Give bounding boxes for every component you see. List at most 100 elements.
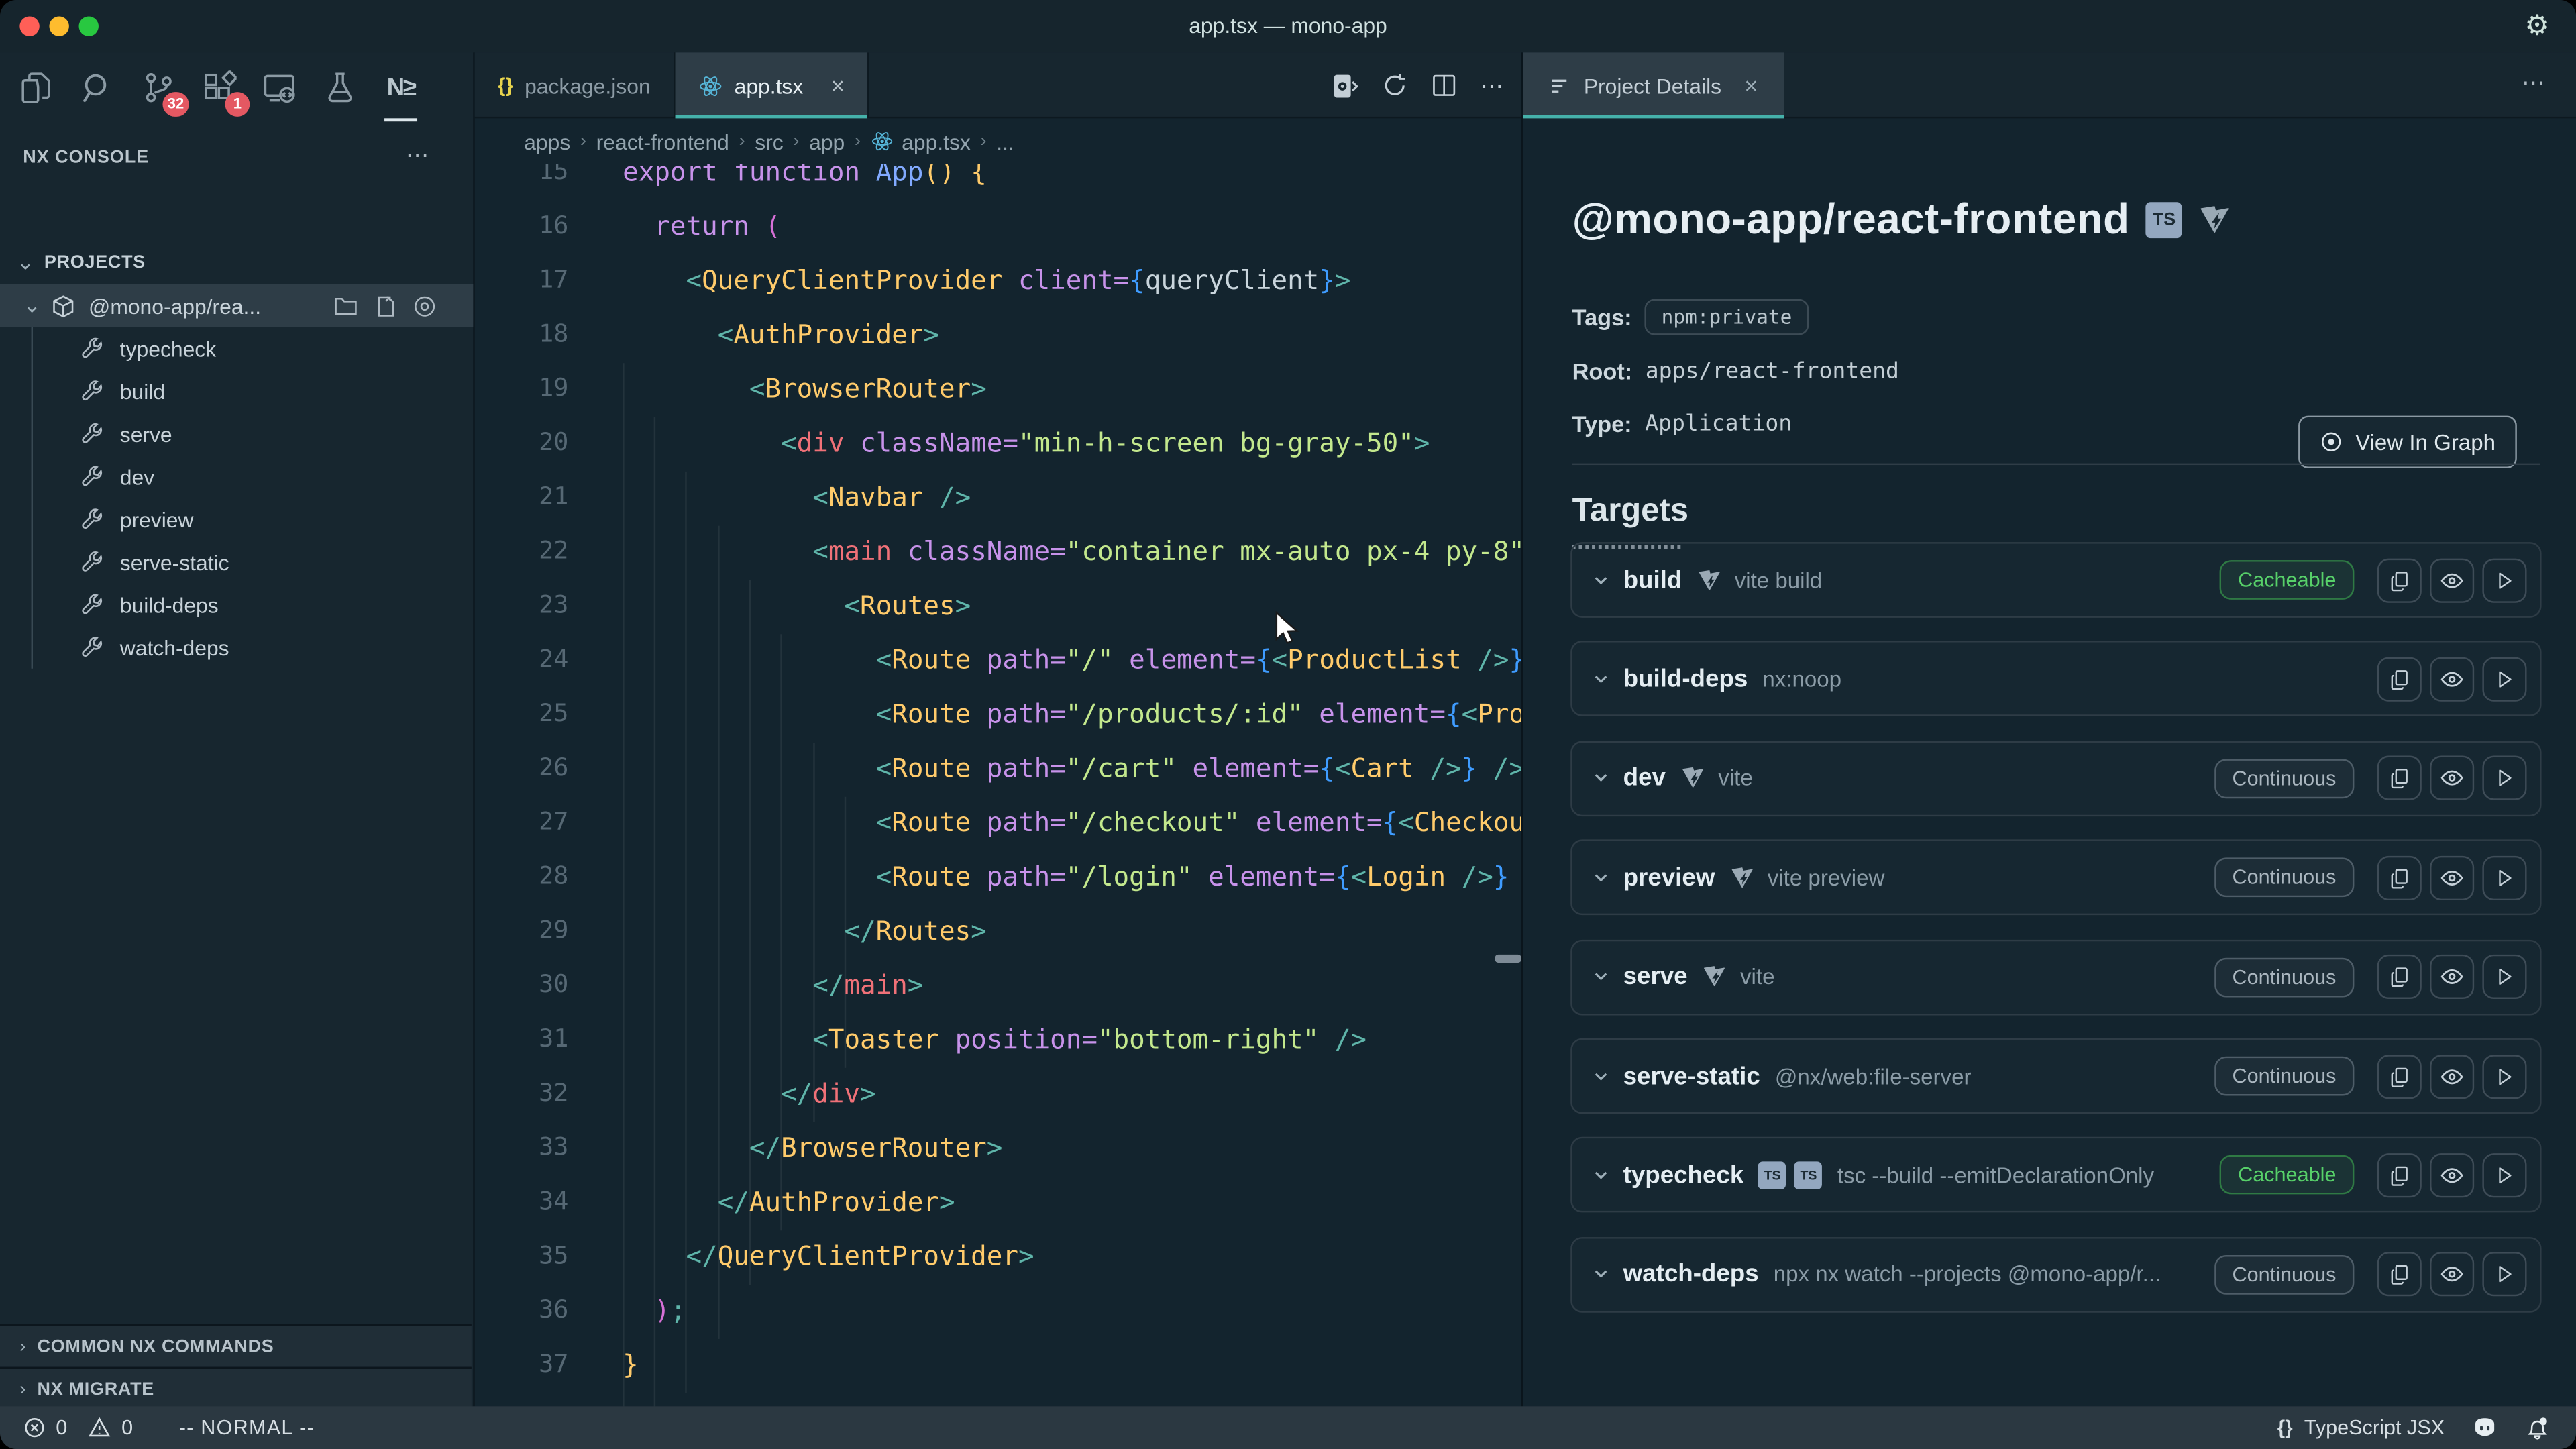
target-card-serve[interactable]: serveviteContinuous bbox=[1570, 939, 2541, 1015]
copy-icon[interactable] bbox=[2377, 1252, 2422, 1297]
target-card-serve-static[interactable]: serve-static@nx/web:file-serverContinuou… bbox=[1570, 1038, 2541, 1114]
extensions-icon[interactable]: 1 bbox=[199, 68, 238, 108]
chevron-down-icon[interactable] bbox=[1594, 969, 1609, 984]
projects-section-row[interactable]: ⌄PROJECTS bbox=[0, 241, 473, 284]
code-line-28[interactable]: 28 <Route path="/login" element={<Login … bbox=[475, 849, 1521, 904]
copy-icon[interactable] bbox=[2377, 557, 2422, 602]
scrollbar-thumb[interactable] bbox=[1495, 955, 1521, 963]
code-line-31[interactable]: 31 <Toaster position="bottom-right" /> bbox=[475, 1012, 1521, 1067]
sidebar-target-dev[interactable]: dev bbox=[0, 455, 473, 498]
copy-icon[interactable] bbox=[2377, 855, 2422, 900]
view-in-graph-button[interactable]: View In Graph bbox=[2298, 416, 2516, 468]
code-line-38[interactable]: 38 bbox=[475, 1391, 1521, 1406]
copy-icon[interactable] bbox=[2377, 756, 2422, 800]
target-card-build-deps[interactable]: build-depsnx:noop bbox=[1570, 641, 2541, 717]
sidebar-target-build[interactable]: build bbox=[0, 370, 473, 413]
code-line-37[interactable]: 37} bbox=[475, 1337, 1521, 1391]
sidebar-target-preview[interactable]: preview bbox=[0, 498, 473, 541]
eye-icon[interactable] bbox=[2430, 557, 2474, 602]
eye-icon[interactable] bbox=[2430, 855, 2474, 900]
code-editor[interactable]: 15export function App() {16 return (17 <… bbox=[475, 164, 1521, 1406]
code-line-26[interactable]: 26 <Route path="/cart" element={<Cart />… bbox=[475, 741, 1521, 795]
panel-more-actions-icon[interactable]: ⋯ bbox=[2522, 69, 2546, 97]
code-line-15[interactable]: 15export function App() { bbox=[475, 164, 1521, 199]
copy-icon[interactable] bbox=[2377, 955, 2422, 999]
code-line-18[interactable]: 18 <AuthProvider> bbox=[475, 307, 1521, 362]
search-icon[interactable] bbox=[77, 68, 117, 108]
code-line-17[interactable]: 17 <QueryClientProvider client={queryCli… bbox=[475, 253, 1521, 307]
run-icon[interactable] bbox=[2482, 557, 2526, 602]
sidebar-target-serve[interactable]: serve bbox=[0, 413, 473, 455]
errors-icon[interactable] bbox=[23, 1416, 46, 1439]
run-icon[interactable] bbox=[2482, 657, 2526, 701]
nx-console-icon[interactable]: N≥ bbox=[381, 68, 421, 108]
code-line-21[interactable]: 21 <Navbar /> bbox=[475, 470, 1521, 524]
breadcrumb-item[interactable]: app bbox=[809, 129, 845, 154]
code-line-16[interactable]: 16 return ( bbox=[475, 199, 1521, 253]
warnings-icon[interactable] bbox=[87, 1416, 112, 1439]
split-editor-icon[interactable] bbox=[1431, 72, 1457, 99]
code-line-25[interactable]: 25 <Route path="/products/:id" element={… bbox=[475, 687, 1521, 741]
refresh-icon[interactable] bbox=[1382, 72, 1408, 99]
sidebar-target-serve-static[interactable]: serve-static bbox=[0, 541, 473, 584]
goto-file-icon[interactable] bbox=[373, 293, 398, 318]
chevron-down-icon[interactable] bbox=[1594, 870, 1609, 885]
explorer-icon[interactable] bbox=[16, 68, 56, 108]
eye-icon[interactable] bbox=[2430, 756, 2474, 800]
language-mode[interactable]: {} TypeScript JSX bbox=[2277, 1416, 2445, 1439]
code-line-19[interactable]: 19 <BrowserRouter> bbox=[475, 362, 1521, 416]
breadcrumb-item[interactable]: react-frontend bbox=[596, 129, 729, 154]
code-line-24[interactable]: 24 <Route path="/" element={<ProductList… bbox=[475, 633, 1521, 687]
breadcrumb[interactable]: apps›react-frontend›src›app›app.tsx›... bbox=[475, 118, 1521, 164]
code-line-30[interactable]: 30 </main> bbox=[475, 958, 1521, 1012]
eye-icon[interactable] bbox=[2430, 955, 2474, 999]
target-icon[interactable] bbox=[413, 293, 437, 318]
chevron-down-icon[interactable] bbox=[1594, 1168, 1609, 1183]
run-icon[interactable] bbox=[2482, 1252, 2526, 1297]
sidebar-section-nx-migrate[interactable]: ›NX MIGRATE bbox=[0, 1367, 472, 1410]
close-tab-icon[interactable]: × bbox=[831, 72, 845, 99]
breadcrumb-item[interactable]: src bbox=[755, 129, 783, 154]
chevron-down-icon[interactable] bbox=[1594, 1069, 1609, 1083]
code-line-22[interactable]: 22 <main className="container mx-auto px… bbox=[475, 524, 1521, 578]
tab-package-json[interactable]: {} package.json bbox=[475, 52, 676, 118]
close-panel-tab-icon[interactable]: × bbox=[1744, 72, 1758, 99]
tab-project-details[interactable]: Project Details × bbox=[1523, 52, 1784, 118]
settings-gear-icon[interactable]: ⚙ bbox=[2524, 10, 2549, 43]
pane-more-actions-icon[interactable]: ⋯ bbox=[406, 142, 431, 170]
target-card-dev[interactable]: devviteContinuous bbox=[1570, 741, 2541, 816]
eye-icon[interactable] bbox=[2430, 1054, 2474, 1098]
folder-icon[interactable] bbox=[333, 293, 358, 318]
breadcrumb-item[interactable]: apps bbox=[524, 129, 570, 154]
code-line-35[interactable]: 35 </QueryClientProvider> bbox=[475, 1229, 1521, 1283]
run-icon[interactable] bbox=[2482, 1153, 2526, 1197]
source-control-icon[interactable]: 32 bbox=[138, 68, 178, 108]
notifications-bell-icon[interactable] bbox=[2525, 1415, 2550, 1440]
code-line-23[interactable]: 23 <Routes> bbox=[475, 578, 1521, 633]
testing-icon[interactable] bbox=[321, 68, 360, 108]
copilot-icon[interactable] bbox=[2471, 1415, 2499, 1440]
chevron-down-icon[interactable] bbox=[1594, 672, 1609, 686]
code-line-33[interactable]: 33 </BrowserRouter> bbox=[475, 1120, 1521, 1175]
code-line-32[interactable]: 32 </div> bbox=[475, 1066, 1521, 1120]
code-line-36[interactable]: 36 ); bbox=[475, 1283, 1521, 1338]
sidebar-target-build-deps[interactable]: build-deps bbox=[0, 583, 473, 626]
run-icon[interactable] bbox=[2482, 756, 2526, 800]
breadcrumb-item[interactable]: app.tsx bbox=[871, 129, 971, 154]
eye-icon[interactable] bbox=[2430, 1252, 2474, 1297]
chevron-down-icon[interactable] bbox=[1594, 572, 1609, 587]
target-card-build[interactable]: buildvite buildCacheable bbox=[1570, 542, 2541, 618]
code-line-34[interactable]: 34 </AuthProvider> bbox=[475, 1175, 1521, 1229]
tab-app-tsx[interactable]: app.tsx × bbox=[675, 52, 869, 118]
target-card-typecheck[interactable]: typecheckTSTStsc --build --emitDeclarati… bbox=[1570, 1138, 2541, 1214]
breadcrumb-item[interactable]: ... bbox=[996, 129, 1014, 154]
sidebar-target-watch-deps[interactable]: watch-deps bbox=[0, 626, 473, 669]
code-line-29[interactable]: 29 </Routes> bbox=[475, 904, 1521, 958]
code-line-27[interactable]: 27 <Route path="/checkout" element={<Che… bbox=[475, 795, 1521, 849]
sidebar-target-typecheck[interactable]: typecheck bbox=[0, 327, 473, 370]
copy-icon[interactable] bbox=[2377, 657, 2422, 701]
run-icon[interactable] bbox=[2482, 955, 2526, 999]
sidebar-section-common-nx-commands[interactable]: ›COMMON NX COMMANDS bbox=[0, 1324, 472, 1367]
copy-icon[interactable] bbox=[2377, 1054, 2422, 1098]
eye-icon[interactable] bbox=[2430, 657, 2474, 701]
